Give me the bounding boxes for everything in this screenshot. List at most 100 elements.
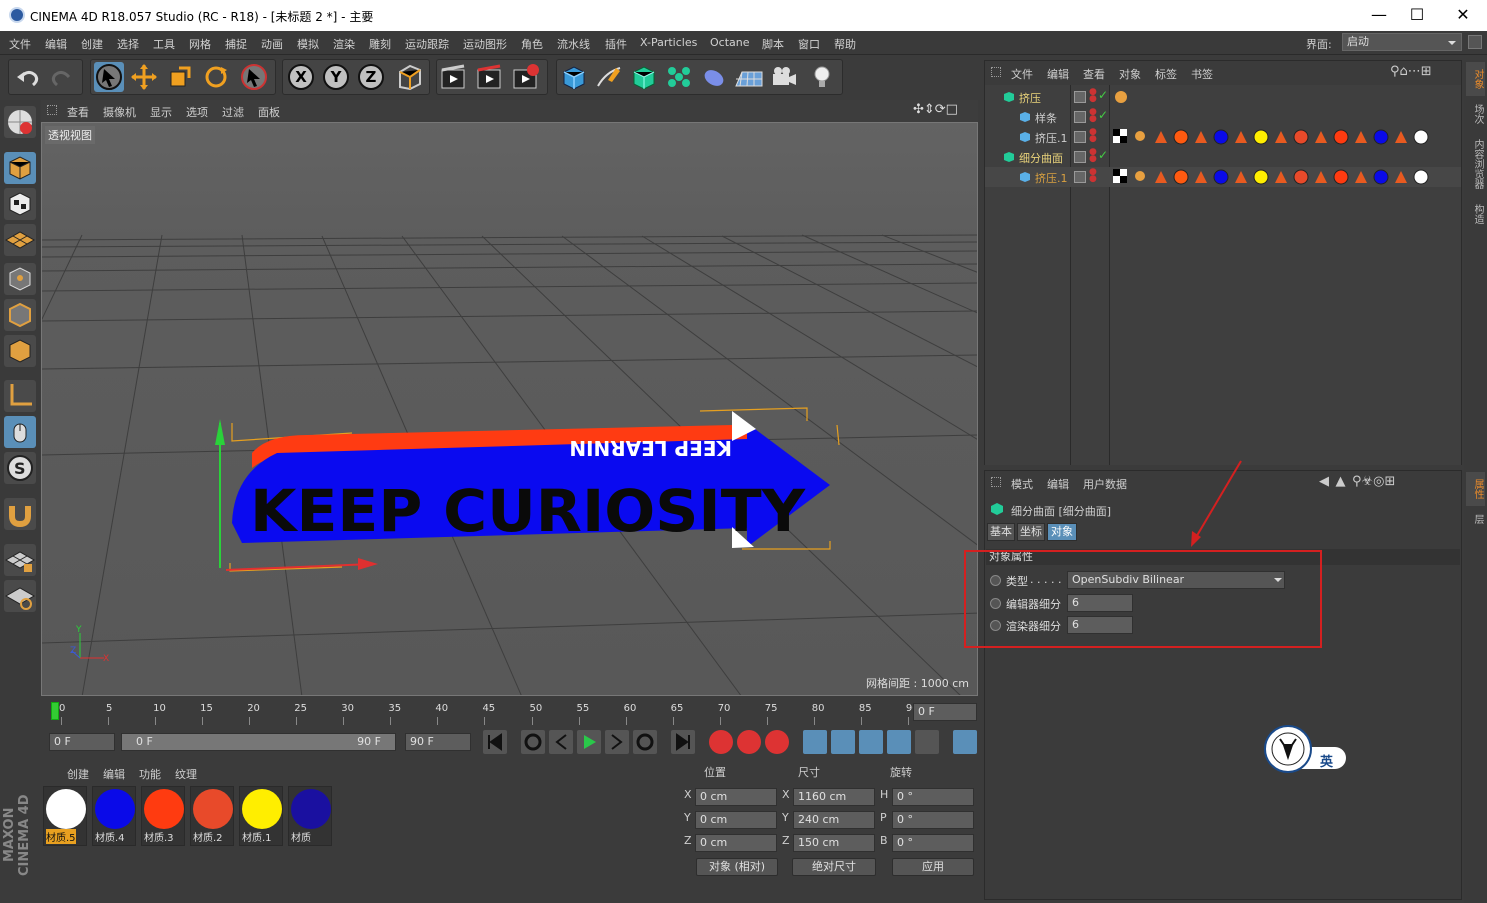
record-parameter-icon[interactable] — [887, 730, 911, 754]
objects-menu-tags[interactable]: 标签 — [1155, 66, 1177, 82]
materials-menu-edit[interactable]: 编辑 — [103, 766, 125, 782]
selection-tag-icon[interactable] — [1273, 169, 1289, 185]
menu-item-7[interactable]: 动画 — [261, 36, 283, 52]
menu-item-10[interactable]: 雕刻 — [369, 36, 391, 52]
record-rotation-icon[interactable] — [859, 730, 883, 754]
layer-swatch-icon[interactable] — [1074, 171, 1086, 183]
render-settings-icon[interactable] — [511, 62, 541, 92]
x-axis-lock-icon[interactable]: X — [288, 64, 314, 90]
material-tag-icon[interactable] — [1413, 129, 1429, 145]
uvw-tag-icon[interactable] — [1113, 129, 1129, 145]
viewport-solo-icon[interactable] — [4, 106, 36, 138]
object-name[interactable]: 细分曲面 — [1019, 150, 1063, 166]
keyframe-selection-icon[interactable] — [765, 730, 789, 754]
perspective-viewport[interactable]: KEEP LEARNIN KEEP CURIOSITY Y X Z 透视视图 网… — [41, 122, 978, 696]
close-button[interactable]: ✕ — [1440, 4, 1486, 26]
tab-basic[interactable]: 基本 — [987, 523, 1015, 541]
viewport-menu-view[interactable]: 查看 — [67, 104, 89, 120]
subdivision-surface-icon[interactable] — [629, 62, 659, 92]
record-scale-icon[interactable] — [831, 730, 855, 754]
workplane-align-icon[interactable] — [4, 580, 36, 612]
end-frame-field[interactable]: 90 F — [405, 733, 471, 751]
menu-item-16[interactable]: X-Particles — [640, 36, 697, 49]
workplane-mode-icon[interactable] — [4, 224, 36, 256]
materials-menu-create[interactable]: 创建 — [67, 766, 89, 782]
previous-frame-icon[interactable] — [549, 730, 573, 754]
position-field[interactable]: 0 cm — [695, 811, 777, 829]
rotation-field[interactable]: 0 ° — [892, 788, 974, 806]
attributes-menu-edit[interactable]: 编辑 — [1047, 476, 1069, 492]
visibility-dots-icon[interactable]: ● ● — [1089, 168, 1101, 185]
timeline-window-icon[interactable] — [953, 730, 977, 754]
menu-item-9[interactable]: 渲染 — [333, 36, 355, 52]
coordinate-system-icon[interactable] — [395, 62, 425, 92]
record-active-objects-icon[interactable] — [709, 730, 733, 754]
objects-menu-view[interactable]: 查看 — [1083, 66, 1105, 82]
render-picture-viewer-icon[interactable] — [475, 62, 505, 92]
spline-pen-icon[interactable] — [594, 62, 624, 92]
size-mode-select[interactable]: 绝对尺寸 — [792, 858, 876, 876]
viewport-menu-panel[interactable]: 面板 — [258, 104, 280, 120]
previous-keyframe-icon[interactable] — [521, 730, 545, 754]
apply-button[interactable]: 应用 — [892, 858, 974, 876]
object-name[interactable]: 挤压.1 — [1035, 130, 1068, 146]
menu-item-17[interactable]: Octane — [710, 36, 750, 49]
objects-menu-file[interactable]: 文件 — [1011, 66, 1033, 82]
menu-item-19[interactable]: 窗口 — [798, 36, 820, 52]
enable-axis-icon[interactable] — [4, 380, 36, 412]
restore-layout-icon[interactable] — [1468, 35, 1482, 49]
menu-item-4[interactable]: 工具 — [153, 36, 175, 52]
selection-tag-icon[interactable] — [1353, 129, 1369, 145]
menu-item-13[interactable]: 角色 — [521, 36, 543, 52]
input-method-badge[interactable]: 英 — [1264, 725, 1346, 773]
snap-icon[interactable]: S — [4, 452, 36, 484]
mograph-cloner-icon[interactable] — [664, 62, 694, 92]
camera-object-icon[interactable] — [769, 62, 799, 92]
selection-tag-icon[interactable] — [1393, 129, 1409, 145]
size-field[interactable]: 150 cm — [793, 834, 875, 852]
tab-object[interactable]: 对象 — [1047, 523, 1077, 541]
light-object-icon[interactable] — [807, 62, 837, 92]
materials-menu-texture[interactable]: 纹理 — [175, 766, 197, 782]
material-swatch[interactable]: 材质.4 — [92, 786, 136, 846]
menu-item-15[interactable]: 插件 — [605, 36, 627, 52]
y-axis-lock-icon[interactable]: Y — [323, 64, 349, 90]
selection-tag-icon[interactable] — [1233, 129, 1249, 145]
material-tag-icon[interactable] — [1373, 129, 1389, 145]
workplane-lock-icon[interactable] — [4, 544, 36, 576]
edges-mode-icon[interactable] — [4, 299, 36, 331]
objects-menu-bookmarks[interactable]: 书签 — [1191, 66, 1213, 82]
side-tab-content-browser[interactable]: 内容浏览器 — [1466, 132, 1485, 196]
object-tree-row[interactable]: 挤压 ● ● ✓ — [985, 87, 1461, 107]
enabled-check-icon[interactable]: ✓ — [1098, 108, 1108, 122]
rotation-field[interactable]: 0 ° — [892, 811, 974, 829]
menu-item-14[interactable]: 流水线 — [557, 36, 590, 52]
materials-menu-function[interactable]: 功能 — [139, 766, 161, 782]
viewport-navigation-icons[interactable]: ✣⇕⟳□ — [913, 102, 958, 117]
objects-menu-object[interactable]: 对象 — [1119, 66, 1141, 82]
material-tag-icon[interactable] — [1173, 129, 1189, 145]
live-select-icon[interactable] — [239, 62, 269, 92]
viewport-menu-camera[interactable]: 摄像机 — [103, 104, 136, 120]
phong-tag-icon[interactable] — [1133, 129, 1149, 145]
material-swatch[interactable]: 材质.5 — [43, 786, 87, 846]
go-to-end-icon[interactable] — [671, 730, 695, 754]
play-forward-icon[interactable] — [577, 730, 601, 754]
floor-object-icon[interactable] — [734, 62, 764, 92]
texture-mode-icon[interactable] — [4, 188, 36, 220]
visibility-dots-icon[interactable]: ● ● — [1089, 128, 1101, 145]
tab-coordinates[interactable]: 坐标 — [1017, 523, 1045, 541]
model-mode-icon[interactable] — [4, 152, 36, 184]
deformer-icon[interactable] — [699, 62, 729, 92]
side-tab-attributes[interactable]: 属性 — [1466, 472, 1485, 506]
object-name[interactable]: 样条 — [1035, 110, 1057, 126]
material-tag-icon[interactable] — [1253, 169, 1269, 185]
record-point-level-icon[interactable] — [915, 730, 939, 754]
autokeying-icon[interactable] — [737, 730, 761, 754]
selection-tag-icon[interactable] — [1233, 169, 1249, 185]
menu-item-12[interactable]: 运动图形 — [463, 36, 507, 52]
material-tag-icon[interactable] — [1293, 129, 1309, 145]
viewport-menu-options[interactable]: 选项 — [186, 104, 208, 120]
viewport-camera-label[interactable]: 透视视图 — [45, 126, 95, 144]
undo-icon[interactable] — [15, 65, 41, 91]
